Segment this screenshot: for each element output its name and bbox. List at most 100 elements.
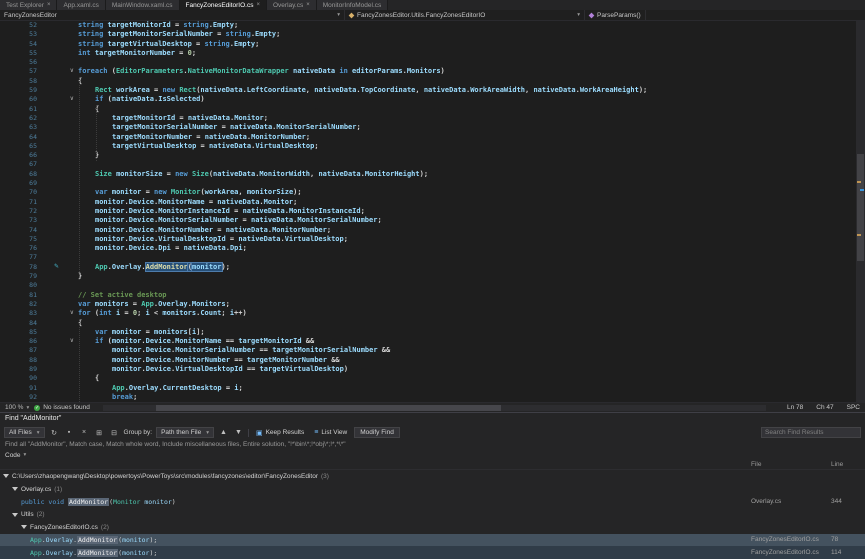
code-text[interactable]: string targetMonitorSerialNumber = strin… <box>78 30 280 39</box>
result-group-row[interactable]: Utils(2) <box>0 508 865 521</box>
code-text[interactable]: targetVirtualDesktop = nativeData.Virtua… <box>78 142 319 151</box>
code-line-87[interactable]: 87monitor.Device.MonitorSerialNumber == … <box>0 346 865 355</box>
code-text[interactable]: monitor.Device.VirtualDesktopId = native… <box>78 235 348 244</box>
code-line-52[interactable]: 52string targetMonitorId = string.Empty; <box>0 21 865 30</box>
fold-collapse-icon[interactable]: ∨ <box>70 67 74 76</box>
code-line-53[interactable]: 53string targetMonitorSerialNumber = str… <box>0 30 865 39</box>
repeat-search-icon[interactable]: ↻ <box>49 427 60 438</box>
code-line-70[interactable]: 70var monitor = new Monitor(workArea, mo… <box>0 188 865 197</box>
expander-icon[interactable] <box>12 513 18 517</box>
code-text[interactable]: monitor.Device.MonitorSerialNumber = nat… <box>78 216 382 225</box>
modify-find-button[interactable]: Modify Find <box>354 427 400 438</box>
code-text[interactable]: monitor.Device.MonitorNumber == targetMo… <box>78 356 340 365</box>
code-line-65[interactable]: 65targetVirtualDesktop = nativeData.Virt… <box>0 142 865 151</box>
code-line-72[interactable]: 72monitor.Device.MonitorInstanceId = nat… <box>0 207 865 216</box>
code-line-69[interactable]: 69 <box>0 179 865 188</box>
code-line-90[interactable]: 90{ <box>0 374 865 383</box>
code-line-92[interactable]: 92break; <box>0 393 865 402</box>
fold-collapse-icon[interactable]: ∨ <box>70 309 74 318</box>
list-view-toggle[interactable]: ≡ List View <box>311 427 350 438</box>
tab-overlay-cs[interactable]: Overlay.cs× <box>267 0 317 10</box>
code-text[interactable]: var monitors = App.Overlay.Monitors; <box>78 300 230 309</box>
code-text[interactable]: if (nativeData.IsSelected) <box>78 95 205 104</box>
code-line-54[interactable]: 54string targetVirtualDesktop = string.E… <box>0 40 865 49</box>
code-line-80[interactable]: 80 <box>0 281 865 290</box>
previous-result-icon[interactable]: ▲ <box>218 427 229 438</box>
code-line-75[interactable]: 75monitor.Device.VirtualDesktopId = nati… <box>0 235 865 244</box>
scope-dropdown[interactable]: All Files ▾ <box>4 427 45 438</box>
code-text[interactable]: for (int i = 0; i < monitors.Count; i++) <box>78 309 247 318</box>
code-line-83[interactable]: 83∨for (int i = 0; i < monitors.Count; i… <box>0 309 865 318</box>
tab-app-xaml-cs[interactable]: App.xaml.cs <box>57 0 105 10</box>
code-text[interactable]: monitor.Device.MonitorNumber = nativeDat… <box>78 226 331 235</box>
close-icon[interactable]: × <box>256 2 260 8</box>
code-text[interactable]: App.Overlay.CurrentDesktop = i; <box>78 384 243 393</box>
code-text[interactable]: targetMonitorId = nativeData.Monitor; <box>78 114 268 123</box>
code-line-67[interactable]: 67 <box>0 160 865 169</box>
code-line-78[interactable]: 78✎App.Overlay.AddMonitor(monitor); <box>0 263 865 272</box>
code-text[interactable]: monitor.Device.MonitorInstanceId = nativ… <box>78 207 365 216</box>
code-line-56[interactable]: 56 <box>0 58 865 67</box>
document-health[interactable]: ✓ No issues found <box>34 404 90 411</box>
result-row[interactable]: App.Overlay.AddMonitor(monitor);FancyZon… <box>0 534 865 547</box>
result-group-row[interactable]: Overlay.cs(1) <box>0 483 865 496</box>
code-text[interactable]: } <box>78 272 82 281</box>
code-text[interactable]: Rect workArea = new Rect(nativeData.Left… <box>78 86 647 95</box>
keep-results-toggle[interactable]: ▣ Keep Results <box>253 427 307 438</box>
code-line-79[interactable]: 79} <box>0 272 865 281</box>
code-line-59[interactable]: 59Rect workArea = new Rect(nativeData.Le… <box>0 86 865 95</box>
code-line-63[interactable]: 63targetMonitorSerialNumber = nativeData… <box>0 123 865 132</box>
tab-test-explorer[interactable]: Test Explorer× <box>0 0 57 10</box>
code-line-66[interactable]: 66} <box>0 151 865 160</box>
close-icon[interactable]: × <box>47 2 51 8</box>
code-text[interactable]: foreach (EditorParameters.NativeMonitorD… <box>78 67 445 76</box>
code-line-84[interactable]: 84{ <box>0 319 865 328</box>
code-line-77[interactable]: 77 <box>0 253 865 262</box>
code-text[interactable]: var monitor = monitors[i]; <box>78 328 205 337</box>
code-line-55[interactable]: 55int targetMonitorNumber = 0; <box>0 49 865 58</box>
project-dropdown[interactable]: FancyZonesEditor ▾ <box>0 10 345 20</box>
code-line-91[interactable]: 91App.Overlay.CurrentDesktop = i; <box>0 384 865 393</box>
member-breadcrumb[interactable]: ParseParams() <box>585 10 646 20</box>
expander-icon[interactable] <box>21 525 27 529</box>
code-text[interactable]: // Set active desktop <box>78 291 167 300</box>
result-group-row[interactable]: C:\Users\zhaopengwang\Desktop\powertoys\… <box>0 470 865 483</box>
code-text[interactable]: string targetVirtualDesktop = string.Emp… <box>78 40 259 49</box>
code-text[interactable]: Size monitorSize = new Size(nativeData.M… <box>78 170 428 179</box>
result-row[interactable]: public void AddMonitor(Monitor monitor)O… <box>0 495 865 508</box>
expander-icon[interactable] <box>3 474 9 478</box>
editor-horizontal-scrollbar[interactable] <box>103 405 766 411</box>
close-icon[interactable]: × <box>306 2 310 8</box>
code-line-76[interactable]: 76monitor.Device.Dpi = nativeData.Dpi; <box>0 244 865 253</box>
code-filter-dropdown[interactable]: Code ▾ <box>0 450 865 460</box>
search-find-results-input[interactable] <box>761 427 861 438</box>
code-text[interactable]: break; <box>78 393 137 402</box>
code-text[interactable]: targetMonitorSerialNumber = nativeData.M… <box>78 123 361 132</box>
group-by-dropdown[interactable]: Path then File ▾ <box>156 427 214 438</box>
code-editor[interactable]: 52string targetMonitorId = string.Empty;… <box>0 21 865 402</box>
code-line-71[interactable]: 71monitor.Device.MonitorName = nativeDat… <box>0 198 865 207</box>
code-text[interactable]: string targetMonitorId = string.Empty; <box>78 21 238 30</box>
code-line-74[interactable]: 74monitor.Device.MonitorNumber = nativeD… <box>0 226 865 235</box>
next-result-icon[interactable]: ▼ <box>233 427 244 438</box>
code-text[interactable]: int targetMonitorNumber = 0; <box>78 49 196 58</box>
stop-search-icon[interactable]: ▪ <box>64 427 75 438</box>
fold-collapse-icon[interactable]: ∨ <box>70 337 74 346</box>
collapse-all-icon[interactable]: ⊟ <box>109 427 120 438</box>
code-text[interactable]: var monitor = new Monitor(workArea, moni… <box>78 188 302 197</box>
code-text[interactable]: targetMonitorNumber = nativeData.Monitor… <box>78 133 310 142</box>
code-text[interactable]: monitor.Device.VirtualDesktopId == targe… <box>78 365 348 374</box>
tab-fancyzoneseditorio-cs[interactable]: FancyZonesEditorIO.cs× <box>180 0 267 10</box>
fold-collapse-icon[interactable]: ∨ <box>70 95 74 104</box>
file-column-header[interactable]: File <box>751 461 831 468</box>
code-line-81[interactable]: 81// Set active desktop <box>0 291 865 300</box>
expander-icon[interactable] <box>12 487 18 491</box>
result-group-row[interactable]: FancyZonesEditorIO.cs(2) <box>0 521 865 534</box>
code-line-68[interactable]: 68Size monitorSize = new Size(nativeData… <box>0 170 865 179</box>
expand-all-icon[interactable]: ⊞ <box>94 427 105 438</box>
code-text[interactable]: monitor.Device.Dpi = nativeData.Dpi; <box>78 244 247 253</box>
tab-monitorinfomodel-cs[interactable]: MonitorInfoModel.cs <box>317 0 389 10</box>
code-text[interactable]: { <box>78 374 99 383</box>
result-row[interactable]: App.Overlay.AddMonitor(monitor);FancyZon… <box>0 546 865 559</box>
code-text[interactable]: if (monitor.Device.MonitorName == target… <box>78 337 314 346</box>
